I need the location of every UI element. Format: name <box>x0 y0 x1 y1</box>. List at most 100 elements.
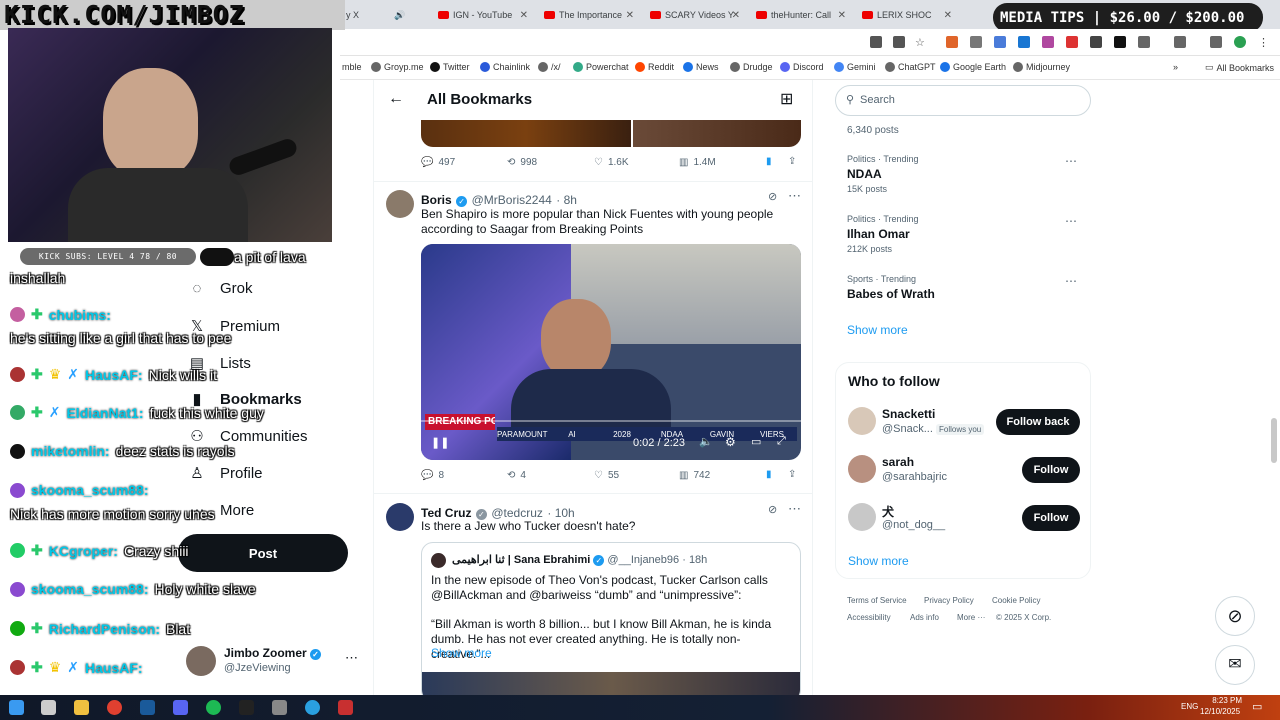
close-icon[interactable]: ✕ <box>732 10 740 21</box>
more-icon[interactable]: ⋯ <box>788 501 801 517</box>
reply-button[interactable]: 💬 8 <box>421 470 444 481</box>
all-bookmarks[interactable]: ▭ All Bookmarks <box>1205 62 1274 73</box>
bookmark-icon[interactable]: ▮ <box>766 156 772 167</box>
extension-icon[interactable] <box>1042 36 1054 48</box>
search-input[interactable]: Search <box>860 94 895 106</box>
x-icon[interactable] <box>1114 36 1126 48</box>
avatar[interactable] <box>848 455 876 483</box>
avatar[interactable] <box>848 503 876 531</box>
app-icon[interactable] <box>239 700 254 715</box>
share-icon[interactable]: ⇪ <box>788 469 796 480</box>
trend-item[interactable]: Sports · Trending Babes of Wrath <box>847 274 935 301</box>
follow-button[interactable]: Follow <box>1022 505 1080 531</box>
search-box[interactable]: ⚲ Search <box>835 85 1091 116</box>
kebab-icon[interactable]: ⋮ <box>1258 36 1270 49</box>
like-button[interactable]: ♡ 55 <box>594 470 619 481</box>
menu-icon[interactable] <box>1210 36 1222 48</box>
bookmark-item[interactable]: Chainlink <box>480 62 530 72</box>
avatar[interactable] <box>186 646 216 676</box>
like-button[interactable]: ♡ 1.6K <box>594 157 629 168</box>
extension-icon[interactable] <box>994 36 1006 48</box>
bookmark-item[interactable]: Gemini <box>834 62 876 72</box>
chevron-right-icon[interactable]: » <box>1173 62 1178 72</box>
close-icon[interactable]: ✕ <box>838 10 846 21</box>
volume-icon[interactable]: 🔈 <box>699 435 713 448</box>
show-more-link[interactable]: Show more <box>848 554 909 568</box>
grok-icon[interactable]: ⊘ <box>768 190 777 203</box>
follow-button[interactable]: Follow <box>1022 457 1080 483</box>
show-more-link[interactable]: Show more <box>847 323 908 337</box>
messages-icon[interactable]: ✉ <box>1215 645 1255 685</box>
bookmark-item[interactable]: Groyp.me <box>371 62 424 72</box>
bookmark-item[interactable]: News <box>683 62 719 72</box>
app-icon[interactable] <box>272 700 287 715</box>
bookmark-item[interactable]: Twitter <box>430 62 470 72</box>
more-icon[interactable]: ⋯ <box>1065 154 1077 168</box>
telegram-icon[interactable] <box>305 700 320 715</box>
footer-link[interactable]: Cookie Policy <box>992 596 1040 605</box>
clock-time[interactable]: 8:23 PM <box>1208 696 1242 705</box>
bookmark-item[interactable]: ChatGPT <box>885 62 936 72</box>
share-icon[interactable]: ⇪ <box>788 156 796 167</box>
trend-item[interactable]: Politics · Trending Ilhan Omar 212K post… <box>847 214 919 254</box>
views-button[interactable]: ▥ 742 <box>679 470 710 481</box>
tab-lerix[interactable]: LERIX SHOC ✕ <box>856 4 956 26</box>
footer-link[interactable]: Ads info <box>910 613 939 622</box>
grok-icon[interactable]: ⊘ <box>1215 596 1255 636</box>
tab-hunter[interactable]: theHunter: Call ✕ <box>750 4 850 26</box>
tab-scary[interactable]: SCARY Videos Y ✕ <box>644 4 744 26</box>
avatar[interactable] <box>1234 36 1246 48</box>
footer-link[interactable]: Privacy Policy <box>924 596 974 605</box>
extension-icon[interactable] <box>1090 36 1102 48</box>
start-icon[interactable] <box>9 700 24 715</box>
tweet-image[interactable] <box>633 120 801 147</box>
sidepanel-icon[interactable] <box>1174 36 1186 48</box>
account-menu-icon[interactable]: ⋯ <box>345 650 358 666</box>
close-icon[interactable]: ✕ <box>520 10 528 21</box>
footer-link[interactable]: More ··· <box>957 613 985 622</box>
video-progress[interactable] <box>421 420 801 422</box>
bookmark-item[interactable]: Discord <box>780 62 824 72</box>
bookmark-item[interactable]: Drudge <box>730 62 773 72</box>
extension-icon[interactable] <box>1066 36 1078 48</box>
steam-icon[interactable] <box>140 700 155 715</box>
follow-back-button[interactable]: Follow back <box>996 409 1080 435</box>
more-icon[interactable]: ⋯ <box>1065 214 1077 228</box>
back-arrow-icon[interactable]: ← <box>388 90 404 108</box>
explorer-icon[interactable] <box>74 700 89 715</box>
repost-button[interactable]: ⟲ 998 <box>507 157 537 168</box>
post-button[interactable]: Post <box>178 534 348 572</box>
grok-icon[interactable]: ⊘ <box>768 503 777 516</box>
mute-icon[interactable]: 🔊 <box>388 4 422 26</box>
bookmark-item[interactable]: Midjourney <box>1013 62 1070 72</box>
language-indicator[interactable]: ENG <box>1181 702 1198 711</box>
more-icon[interactable]: ⋯ <box>788 188 801 204</box>
task-view-icon[interactable] <box>41 700 56 715</box>
bookmark-item[interactable]: Powerchat <box>573 62 629 72</box>
nav-grok[interactable]: ◌ Grok <box>188 280 253 297</box>
bookmark-item[interactable]: Google Earth <box>940 62 1006 72</box>
views-button[interactable]: ▥ 1.4M <box>679 157 716 168</box>
zoom-icon[interactable] <box>893 36 905 48</box>
discord-icon[interactable] <box>173 700 188 715</box>
avatar[interactable] <box>848 407 876 435</box>
shield-icon[interactable] <box>970 36 982 48</box>
avatar[interactable] <box>386 190 414 218</box>
footer-link[interactable]: Accessibility <box>847 613 891 622</box>
tab-importance[interactable]: The Importance ✕ <box>538 4 638 26</box>
bookmark-item[interactable]: Reddit <box>635 62 674 72</box>
star-icon[interactable]: ☆ <box>915 36 927 49</box>
footer-link[interactable]: Terms of Service <box>847 596 907 605</box>
nav-profile[interactable]: ♙ Profile <box>188 464 262 483</box>
close-icon[interactable]: ✕ <box>626 10 634 21</box>
notification-icon[interactable]: ▭ <box>1252 700 1262 713</box>
bookmark-add-icon[interactable]: ⊞ <box>780 89 793 109</box>
trend-item[interactable]: Politics · Trending NDAA 15K posts <box>847 154 919 194</box>
fullscreen-icon[interactable]: ⤢ <box>777 435 786 448</box>
scrollbar[interactable] <box>1271 418 1277 463</box>
close-icon[interactable]: ✕ <box>944 10 952 21</box>
pip-icon[interactable]: ▭ <box>751 435 761 448</box>
bookmark-icon[interactable]: ▮ <box>766 469 772 480</box>
puzzle-icon[interactable] <box>1138 36 1150 48</box>
app-icon[interactable] <box>338 700 353 715</box>
